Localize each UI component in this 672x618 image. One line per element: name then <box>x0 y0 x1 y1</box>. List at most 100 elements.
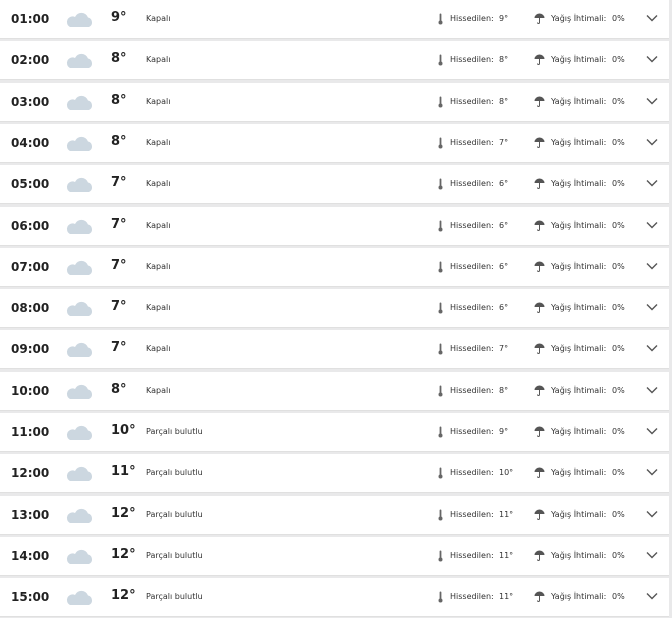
thermometer-icon <box>438 509 443 521</box>
feels-like-label: Hissedilen: <box>450 385 494 395</box>
hour-row[interactable]: 07:00 7° Kapalı Hissedilen: 6° Yağış İht… <box>0 247 669 287</box>
chevron-down-icon[interactable] <box>646 138 658 146</box>
precip-chance-label: Yağış İhtimali: <box>551 385 607 395</box>
umbrella-icon <box>534 220 545 231</box>
chevron-down-icon[interactable] <box>646 14 658 22</box>
hour-row[interactable]: 15:00 12° Parçalı bulutlu Hissedilen: 11… <box>0 578 669 618</box>
umbrella-icon <box>534 178 545 190</box>
hour-row[interactable]: 01:00 9° Kapalı Hissedilen: 9° Yağış İht… <box>0 0 669 39</box>
hour-condition: Kapalı <box>146 137 171 147</box>
cloud-icon <box>66 178 93 193</box>
chevron-down-icon[interactable] <box>646 427 658 435</box>
cloud-icon <box>66 384 93 399</box>
thermometer-icon <box>438 137 443 149</box>
hour-condition: Parçalı bulutlu <box>146 592 203 602</box>
feels-like-label: Hissedilen: <box>450 96 494 106</box>
precip-chance-label: Yağış İhtimali: <box>551 303 607 313</box>
precip-chance-value: 0% <box>612 550 625 560</box>
precip-chance-label: Yağış İhtimali: <box>551 509 607 519</box>
hour-row[interactable]: 08:00 7° Kapalı Hissedilen: 6° Yağış İht… <box>0 289 669 329</box>
precip-chance-label: Yağış İhtimali: <box>551 427 607 436</box>
thermometer-icon <box>438 550 443 562</box>
hour-row[interactable]: 13:00 12° Parçalı bulutlu Hissedilen: 11… <box>0 495 669 535</box>
umbrella-icon <box>534 261 545 272</box>
cloud-icon <box>66 467 93 482</box>
hour-time: 05:00 <box>11 177 50 192</box>
hour-time: 07:00 <box>11 259 50 274</box>
hour-temperature: 9° <box>111 10 127 25</box>
hour-temperature: 8° <box>111 381 127 397</box>
precip-chance-label: Yağış İhtimali: <box>551 137 607 147</box>
cloud-icon <box>66 95 93 110</box>
hour-condition: Kapalı <box>146 344 171 354</box>
hour-row[interactable]: 10:00 8° Kapalı Hissedilen: 8° Yağış İht… <box>0 371 669 411</box>
cloud-icon <box>66 136 93 151</box>
chevron-down-icon[interactable] <box>646 303 658 311</box>
chevron-down-icon[interactable] <box>646 468 658 476</box>
hour-temperature: 8° <box>111 133 127 149</box>
thermometer-icon <box>438 591 443 603</box>
hour-row[interactable]: 09:00 7° Kapalı Hissedilen: 7° Yağış İht… <box>0 330 669 370</box>
chevron-down-icon[interactable] <box>646 386 658 394</box>
chevron-down-icon[interactable] <box>646 55 658 63</box>
cloud-icon <box>66 425 93 440</box>
hour-row[interactable]: 14:00 12° Parçalı bulutlu Hissedilen: 11… <box>0 536 669 576</box>
umbrella-icon <box>534 54 545 66</box>
chevron-down-icon[interactable] <box>646 510 658 518</box>
feels-like-value: 11° <box>499 550 514 560</box>
precip-chance-value: 0% <box>612 468 625 478</box>
feels-like-value: 9° <box>499 427 509 436</box>
hour-row[interactable]: 11:00 10° Parçalı bulutlu Hissedilen: 9°… <box>0 413 669 452</box>
umbrella-icon <box>534 385 545 396</box>
umbrella-icon <box>534 591 545 603</box>
hour-condition: Kapalı <box>146 220 171 230</box>
hour-time: 11:00 <box>11 425 50 439</box>
umbrella-icon <box>534 96 545 107</box>
precip-chance-value: 0% <box>612 137 625 147</box>
feels-like-value: 8° <box>499 96 509 106</box>
hour-temperature: 7° <box>111 175 127 191</box>
hour-condition: Parçalı bulutlu <box>146 509 203 519</box>
cloud-icon <box>66 549 93 564</box>
hour-time: 04:00 <box>11 135 50 150</box>
cloud-icon <box>66 54 93 69</box>
chevron-down-icon[interactable] <box>646 592 658 600</box>
umbrella-icon <box>534 509 545 520</box>
hour-condition: Kapalı <box>146 14 171 23</box>
precip-chance-value: 0% <box>612 385 625 395</box>
precip-chance-value: 0% <box>612 261 625 271</box>
hour-row[interactable]: 02:00 8° Kapalı Hissedilen: 8° Yağış İht… <box>0 41 669 81</box>
umbrella-icon <box>534 302 545 314</box>
umbrella-icon <box>534 467 545 479</box>
chevron-down-icon[interactable] <box>646 262 658 270</box>
hour-condition: Kapalı <box>146 303 171 313</box>
feels-like-label: Hissedilen: <box>450 344 494 354</box>
hour-row[interactable]: 05:00 7° Kapalı Hissedilen: 6° Yağış İht… <box>0 165 669 205</box>
hour-row[interactable]: 04:00 8° Kapalı Hissedilen: 7° Yağış İht… <box>0 123 669 163</box>
precip-chance-value: 0% <box>612 14 625 23</box>
hour-temperature: 10° <box>111 423 136 438</box>
hour-row[interactable]: 03:00 8° Kapalı Hissedilen: 8° Yağış İht… <box>0 82 669 122</box>
feels-like-label: Hissedilen: <box>450 303 494 313</box>
chevron-down-icon[interactable] <box>646 344 658 352</box>
hour-time: 02:00 <box>11 53 50 68</box>
chevron-down-icon[interactable] <box>646 551 658 559</box>
hour-time: 15:00 <box>11 590 50 605</box>
feels-like-label: Hissedilen: <box>450 427 494 436</box>
feels-like-label: Hissedilen: <box>450 592 494 602</box>
hour-condition: Kapalı <box>146 261 171 271</box>
precip-chance-value: 0% <box>612 179 625 189</box>
cloud-icon <box>66 219 93 234</box>
hour-time: 12:00 <box>11 466 50 481</box>
chevron-down-icon[interactable] <box>646 179 658 187</box>
cloud-icon <box>66 260 93 275</box>
precip-chance-label: Yağış İhtimali: <box>551 96 607 106</box>
thermometer-icon <box>438 302 443 314</box>
chevron-down-icon[interactable] <box>646 221 658 229</box>
hour-time: 03:00 <box>11 94 50 109</box>
hour-row[interactable]: 12:00 11° Parçalı bulutlu Hissedilen: 10… <box>0 454 669 494</box>
feels-like-label: Hissedilen: <box>450 261 494 271</box>
hour-row[interactable]: 06:00 7° Kapalı Hissedilen: 6° Yağış İht… <box>0 206 669 246</box>
feels-like-label: Hissedilen: <box>450 137 494 147</box>
chevron-down-icon[interactable] <box>646 97 658 105</box>
